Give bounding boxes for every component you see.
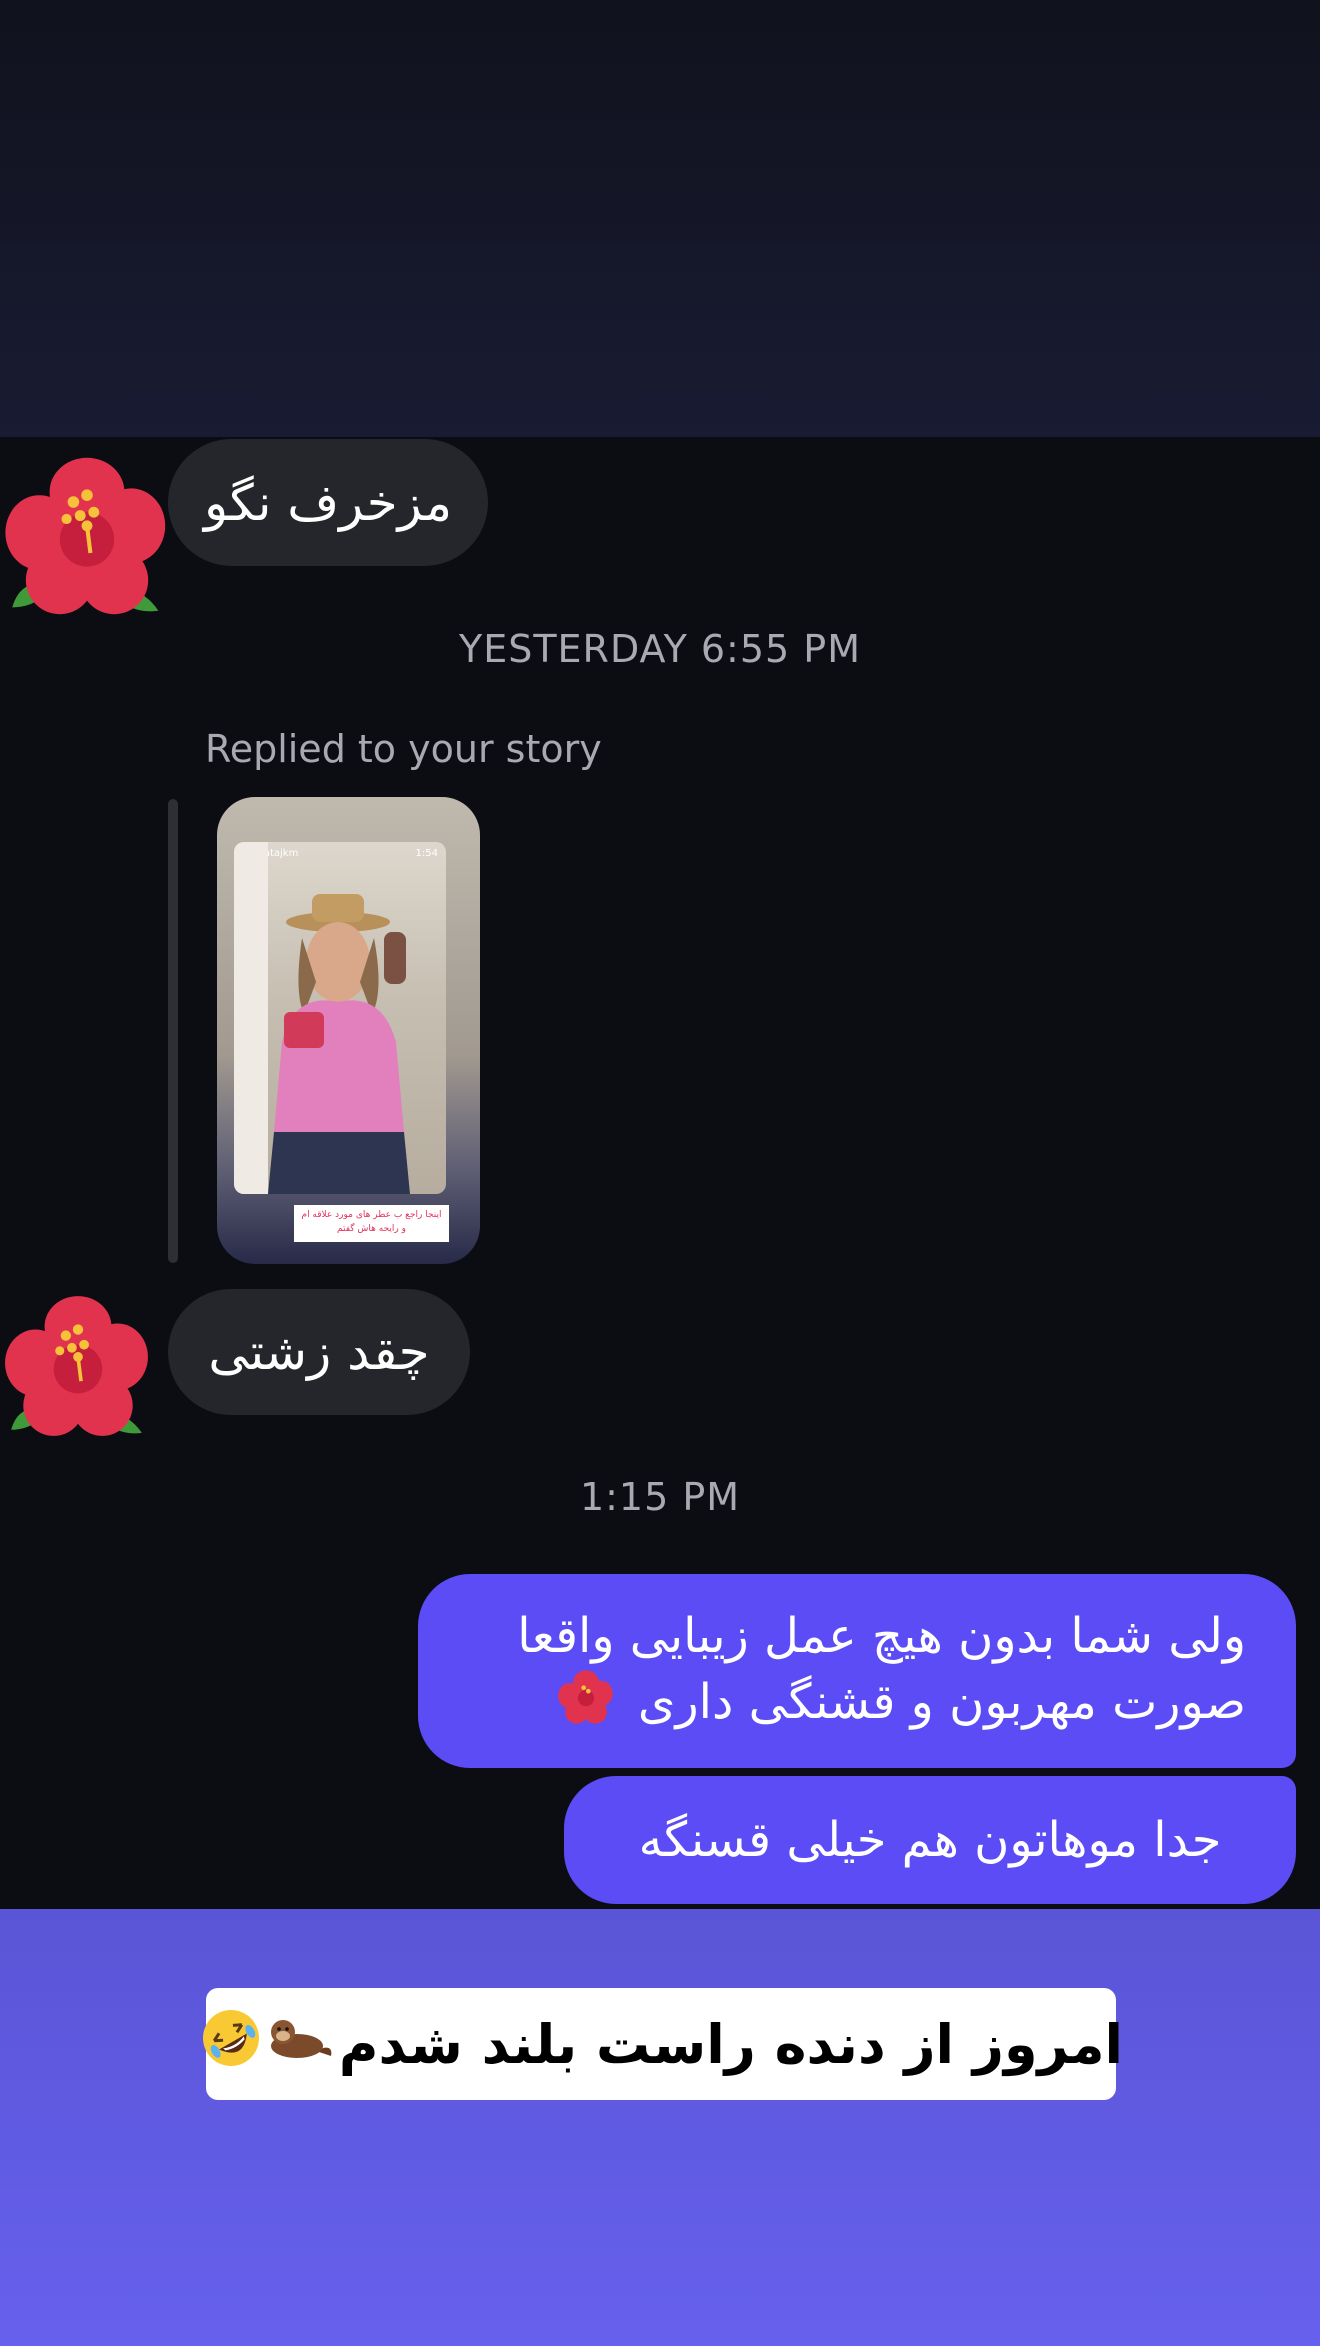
timestamp: YESTERDAY 6:55 PM	[458, 627, 861, 671]
outgoing-message[interactable]: ولی شما بدون هیچ عمل زیبایی واقعا صورت م…	[418, 1574, 1296, 1768]
story-sticker-text: اینجا راجع ب عطر های مورد علاقه ام و رای…	[301, 1210, 442, 1234]
top-background	[0, 0, 1320, 437]
rofl-face-icon	[199, 2006, 263, 2083]
reply-divider	[168, 799, 178, 1263]
bottom-background: امروز از دنده راست بلند شدم	[0, 1909, 1320, 2346]
chat-thread[interactable]: مزخرف نگو YESTERDAY 6:55 PM Replied to y…	[0, 437, 1320, 1909]
hibiscus-icon	[557, 1668, 615, 1742]
story-preview[interactable]: zahratajkm 1:54 اینجا راجع ب عطر های مور…	[217, 797, 480, 1264]
reply-label: Replied to your story	[205, 727, 602, 771]
otter-icon	[267, 2012, 333, 2077]
story-photo: zahratajkm 1:54	[234, 842, 446, 1194]
caption-text: امروز از دنده راست بلند شدم	[338, 2012, 1124, 2076]
hibiscus-icon[interactable]	[2, 1290, 154, 1442]
timestamp: 1:15 PM	[579, 1475, 741, 1519]
story-sticker: اینجا راجع ب عطر های مورد علاقه ام و رای…	[294, 1205, 449, 1242]
message-text: چقد زشتی	[208, 1323, 430, 1381]
message-text: ولی شما بدون هیچ عمل زیبایی واقعا صورت م…	[517, 1608, 1246, 1730]
incoming-message[interactable]: چقد زشتی	[168, 1289, 470, 1415]
outgoing-message[interactable]: جدا موهاتون هم خیلی قسنگه	[564, 1776, 1296, 1904]
hibiscus-icon[interactable]	[2, 451, 172, 621]
story-caption: امروز از دنده راست بلند شدم	[202, 1988, 1123, 2100]
incoming-message[interactable]: مزخرف نگو	[168, 439, 488, 566]
message-text: مزخرف نگو	[204, 473, 452, 532]
message-text: جدا موهاتون هم خیلی قسنگه	[638, 1812, 1222, 1868]
